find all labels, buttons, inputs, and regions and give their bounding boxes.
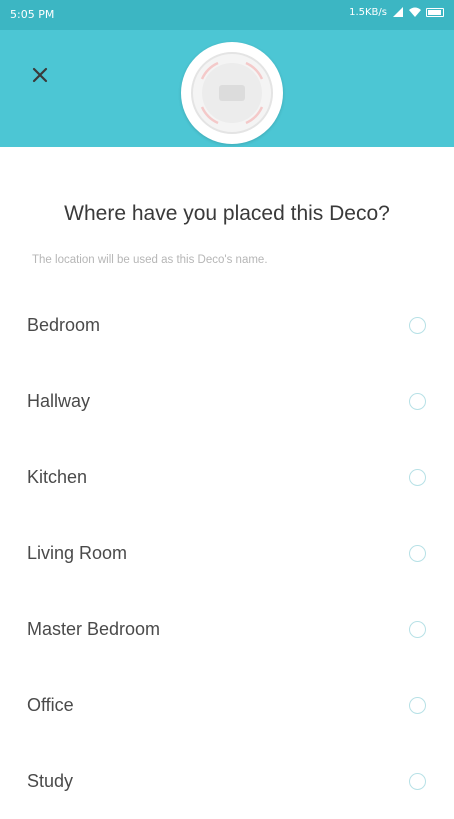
option-label: Master Bedroom <box>27 618 161 639</box>
close-icon <box>32 67 48 83</box>
device-avatar <box>181 42 283 144</box>
option-label: Hallway <box>27 390 91 411</box>
location-option-bedroom[interactable]: Bedroom <box>0 287 454 363</box>
radio-button[interactable] <box>409 696 426 714</box>
status-time: 5:05 PM <box>10 8 55 21</box>
location-option-master-bedroom[interactable]: Master Bedroom <box>0 591 454 667</box>
option-label: Bedroom <box>27 314 101 335</box>
content: Where have you placed this Deco? The loc… <box>0 147 454 791</box>
status-bar: 5:05 PM 1.5KB/s <box>0 0 454 30</box>
option-label: Study <box>27 770 74 791</box>
radio-button[interactable] <box>409 468 426 486</box>
page-title: Where have you placed this Deco? <box>64 202 390 225</box>
radio-button[interactable] <box>409 620 426 638</box>
close-button[interactable] <box>20 55 60 95</box>
option-label: Kitchen <box>27 466 88 487</box>
option-label: Office <box>27 694 74 715</box>
radio-button[interactable] <box>409 392 426 410</box>
battery-icon <box>426 7 444 17</box>
location-option-living-room[interactable]: Living Room <box>0 515 454 591</box>
status-indicators: 1.5KB/s <box>349 6 444 18</box>
radio-button[interactable] <box>409 772 426 790</box>
location-option-study[interactable]: Study <box>0 743 454 819</box>
radio-button[interactable] <box>409 316 426 334</box>
deco-device-image <box>191 52 273 134</box>
header <box>0 30 454 147</box>
page-subtitle: The location will be used as this Deco's… <box>32 254 268 266</box>
radio-button[interactable] <box>409 544 426 562</box>
location-option-kitchen[interactable]: Kitchen <box>0 439 454 515</box>
location-option-office[interactable]: Office <box>0 667 454 743</box>
wifi-icon <box>409 6 421 18</box>
location-option-hallway[interactable]: Hallway <box>0 363 454 439</box>
signal-icon <box>392 6 404 18</box>
location-options-list: Bedroom Hallway Kitchen Living Room Mast… <box>0 287 454 819</box>
network-speed: 1.5KB/s <box>349 6 387 18</box>
option-label: Living Room <box>27 542 128 563</box>
